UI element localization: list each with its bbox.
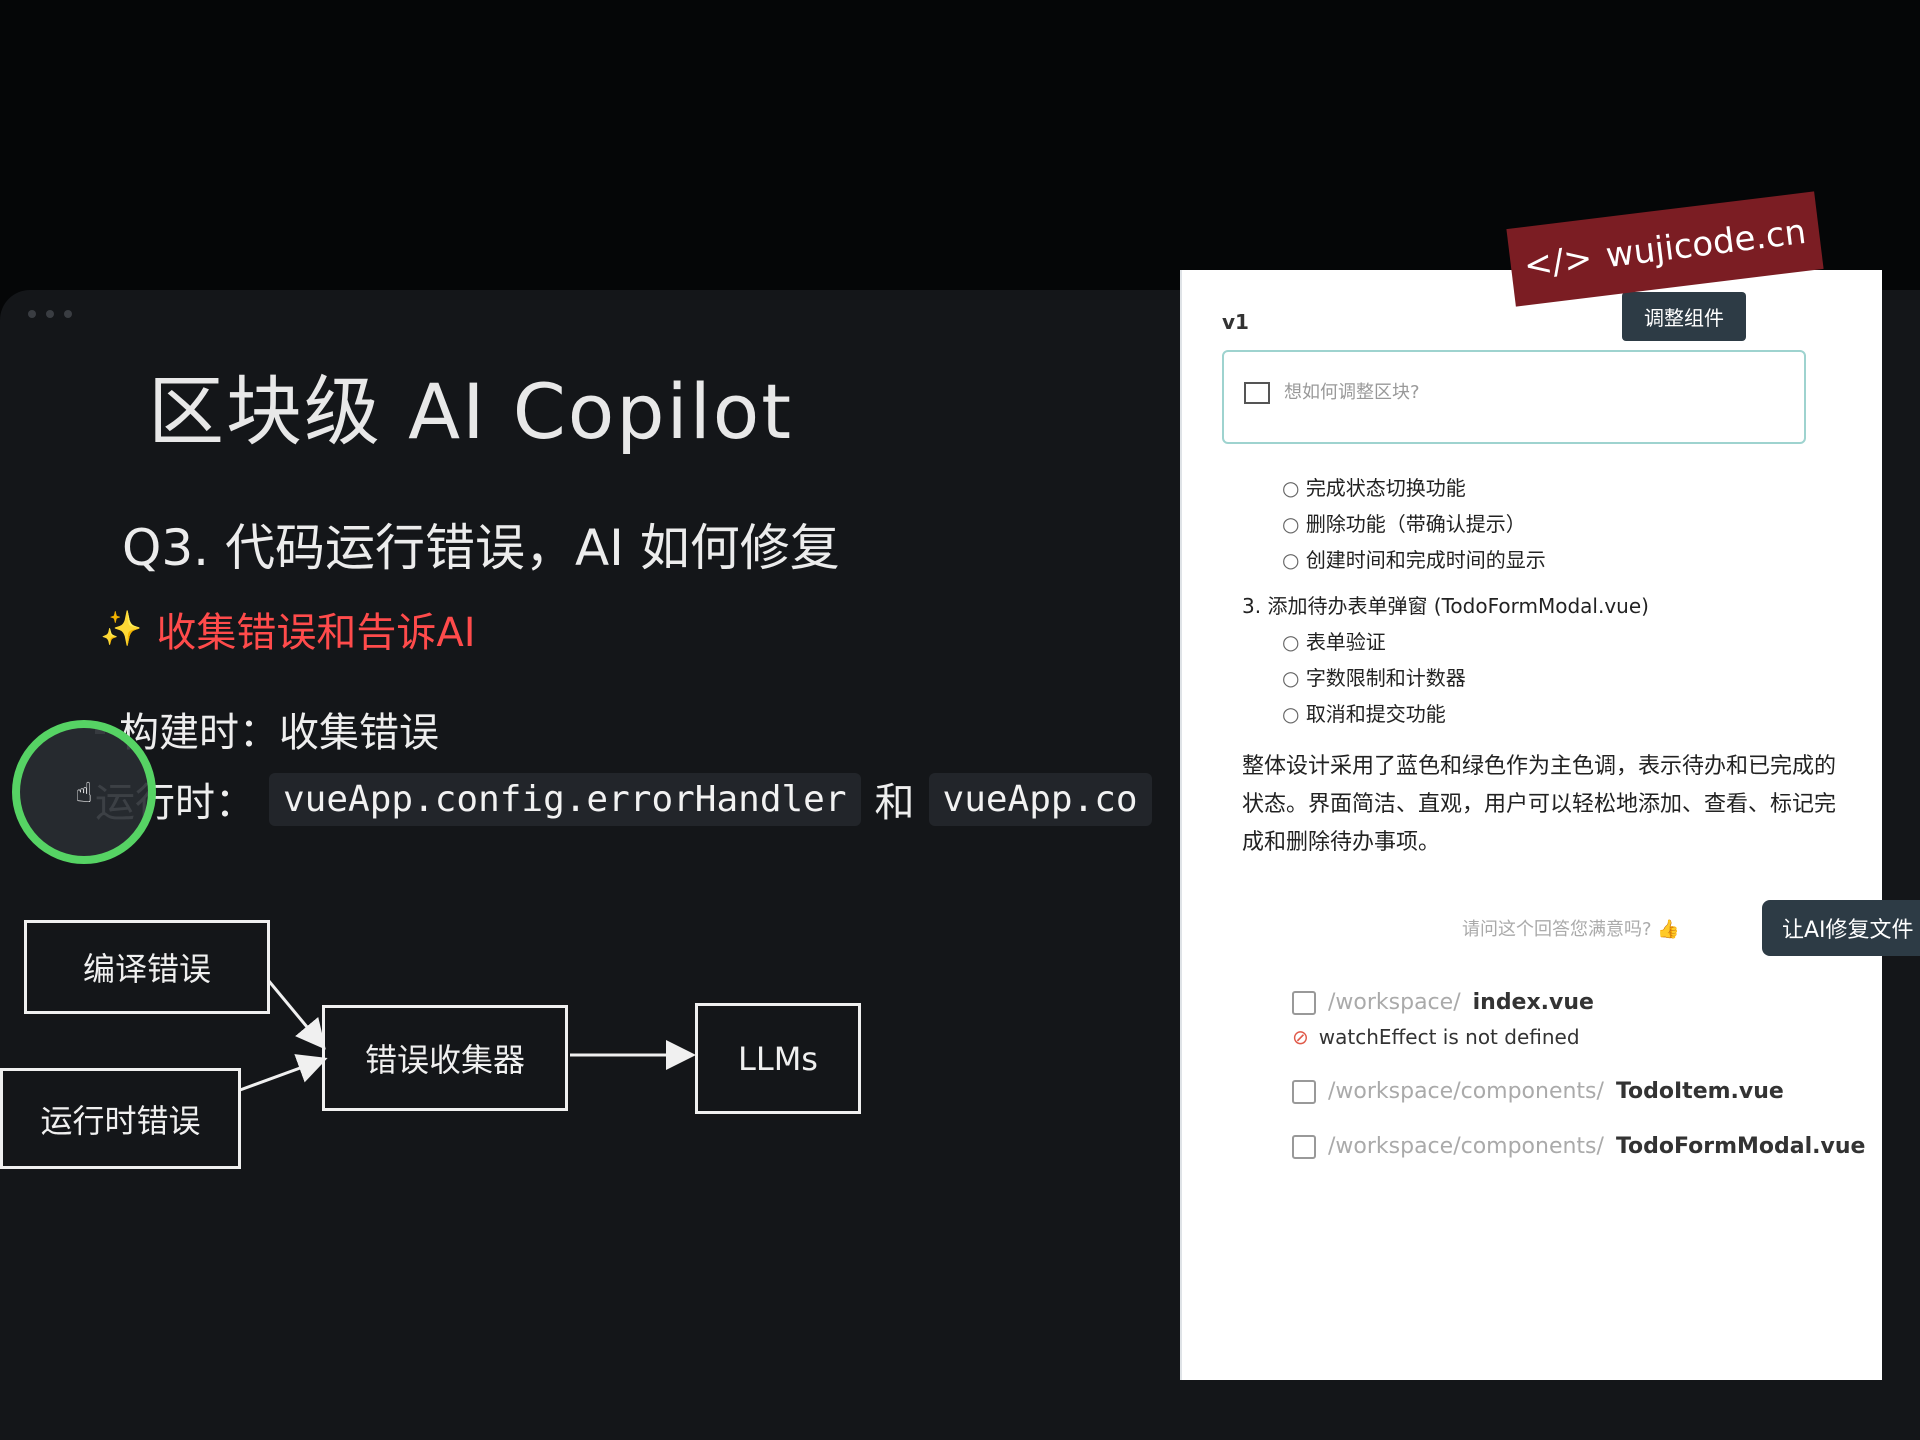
error-message: watchEffect is not defined <box>1318 1025 1580 1049</box>
feedback-text: 请问这个回答您满意吗? <box>1462 919 1652 940</box>
file-name: TodoItem.vue <box>1615 1079 1784 1104</box>
file-dir: /workspace/ <box>1328 990 1461 1015</box>
feature-list: 完成状态切换功能 删除功能（带确认提示） 创建时间和完成时间的显示 <box>1242 470 1842 578</box>
arrow-runtime-to-collector <box>239 1054 328 1092</box>
list-item: 完成状态切换功能 <box>1282 470 1842 506</box>
brand-name: wujicode.cn <box>1603 211 1809 277</box>
diagram-node-compile-errors: 编译错误 <box>24 920 270 1014</box>
feedback-prompt[interactable]: 请问这个回答您满意吗? 👍 <box>1462 915 1680 941</box>
diagram-node-llms: LLMs <box>695 1003 861 1114</box>
ai-fix-file-button[interactable]: 让AI修复文件 <box>1762 900 1920 956</box>
file-checkbox[interactable] <box>1292 990 1316 1015</box>
adjust-block-input[interactable]: 想如何调整区块? <box>1222 350 1806 444</box>
diagram-node-error-collector: 错误收集器 <box>322 1005 568 1111</box>
error-icon: ⊘ <box>1292 1025 1309 1049</box>
list-item: 删除功能（带确认提示） <box>1282 506 1842 542</box>
image-icon[interactable] <box>1244 382 1270 404</box>
list-item: 创建时间和完成时间的显示 <box>1282 542 1842 578</box>
file-checkbox[interactable] <box>1292 1079 1316 1104</box>
file-row[interactable]: /workspace/components/TodoItem.vue <box>1292 1079 1872 1104</box>
list-item: 字数限制和计数器 <box>1282 660 1842 696</box>
thumbs-up-icon[interactable]: 👍 <box>1657 919 1679 940</box>
arrow-compile-to-collector <box>266 979 326 1050</box>
file-dir: /workspace/components/ <box>1328 1079 1604 1104</box>
file-error: ⊘ watchEffect is not defined <box>1292 1025 1872 1049</box>
file-checkbox[interactable] <box>1292 1134 1316 1159</box>
diagram-node-runtime-errors: 运行时错误 <box>0 1068 241 1169</box>
list-item: 表单验证 <box>1282 624 1842 660</box>
adjust-block-placeholder: 想如何调整区块? <box>1284 382 1420 403</box>
ai-response: 完成状态切换功能 删除功能（带确认提示） 创建时间和完成时间的显示 3. 添加待… <box>1242 470 1842 862</box>
code-icon: </> <box>1521 238 1595 287</box>
list-item: 取消和提交功能 <box>1282 696 1842 732</box>
file-list: /workspace/index.vue ⊘ watchEffect is no… <box>1292 990 1872 1189</box>
file-dir: /workspace/components/ <box>1328 1134 1604 1159</box>
summary-paragraph: 整体设计采用了蓝色和绿色作为主色调，表示待办和已完成的状态。界面简洁、直观，用户… <box>1242 754 1837 855</box>
file-row[interactable]: /workspace/components/TodoFormModal.vue <box>1292 1134 1872 1159</box>
file-name: TodoFormModal.vue <box>1615 1134 1866 1159</box>
step-3-title: 3. 添加待办表单弹窗 (TodoFormModal.vue) <box>1242 594 1649 618</box>
file-row[interactable]: /workspace/index.vue <box>1292 990 1872 1015</box>
version-tag: v1 <box>1222 310 1249 334</box>
step-3-list: 表单验证 字数限制和计数器 取消和提交功能 <box>1242 624 1842 732</box>
file-name: index.vue <box>1472 990 1594 1015</box>
adjust-component-button[interactable]: 调整组件 <box>1622 292 1746 341</box>
copilot-panel: v1 调整组件 想如何调整区块? 完成状态切换功能 删除功能（带确认提示） 创建… <box>1180 270 1920 1380</box>
